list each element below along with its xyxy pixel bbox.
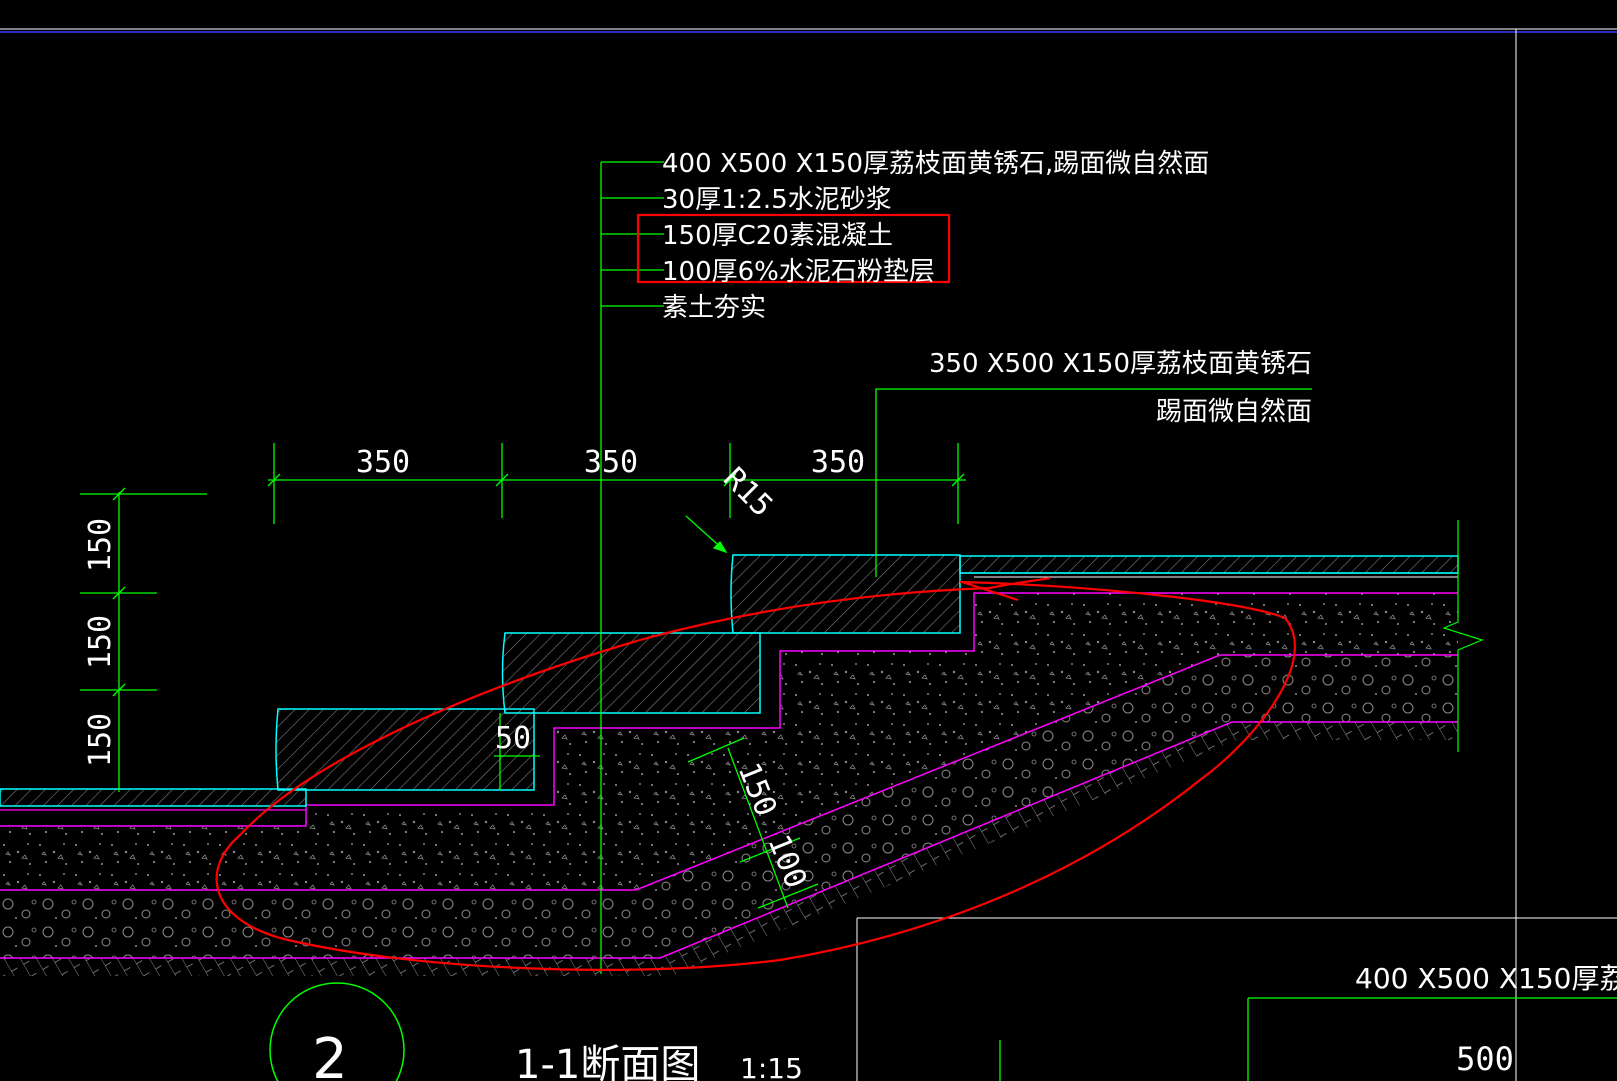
step-2 — [501, 632, 761, 714]
layer-label-5: 素土夯实 — [662, 293, 766, 323]
layer-label-2: 30厚1:2.5水泥砂浆 — [662, 185, 892, 215]
inset-detail: 400 X500 X150厚荔 500 — [999, 962, 1617, 1081]
layer-label-3: 150厚C20素混凝土 — [662, 221, 893, 251]
dim-left-2: 150 — [83, 615, 118, 669]
section-scale: 1:15 — [740, 1052, 803, 1081]
layer-label-1: 400 X500 X150厚荔枝面黄锈石,踢面微自然面 — [662, 149, 1209, 179]
dim-left-1: 150 — [83, 518, 118, 572]
step-stone-label-line1: 350 X500 X150厚荔枝面黄锈石 — [929, 349, 1312, 379]
section-title-block: 2 1-1断面图 1:15 — [269, 982, 803, 1081]
paving-strip-right — [959, 555, 1459, 574]
layer-label-4: 100厚6%水泥石粉垫层 — [662, 257, 935, 287]
section-title: 1-1断面图 — [515, 1042, 700, 1081]
dim-top-1: 350 — [356, 445, 410, 480]
inset-label: 400 X500 X150厚荔 — [1355, 962, 1617, 995]
radius-label: R15 — [716, 461, 779, 524]
dim-left-3: 150 — [83, 713, 118, 767]
step-3 — [730, 554, 961, 634]
paving-strip-left — [0, 788, 307, 807]
dim-50-label: 50 — [495, 721, 531, 756]
dim-top-3: 350 — [811, 445, 865, 480]
cad-drawing-canvas[interactable]: 400 X500 X150厚荔枝面黄锈石,踢面微自然面 30厚1:2.5水泥砂浆… — [0, 0, 1617, 1081]
step-stone-label-line2: 踢面微自然面 — [1156, 397, 1312, 427]
section-number: 2 — [312, 1027, 348, 1081]
dim-top-2: 350 — [584, 445, 638, 480]
layer-labels: 400 X500 X150厚荔枝面黄锈石,踢面微自然面 30厚1:2.5水泥砂浆… — [662, 149, 1209, 323]
inset-dim: 500 — [1456, 1040, 1514, 1078]
